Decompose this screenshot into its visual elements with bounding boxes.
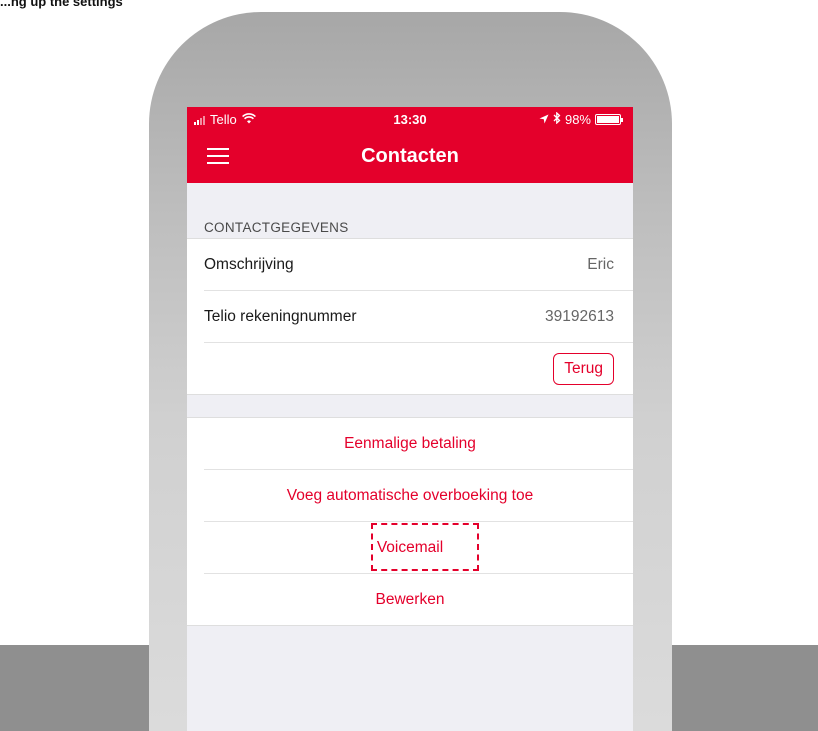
illustration: ...ng up the settings Tello 13:30 98% Co… (0, 0, 818, 731)
detail-label: Telio rekeningnummer (204, 307, 357, 325)
action-eenmalige-betaling[interactable]: Eenmalige betaling (204, 418, 633, 470)
app-header: Tello 13:30 98% Contacten (187, 107, 633, 183)
page-title: Contacten (361, 145, 459, 167)
status-bar: Tello 13:30 98% (187, 107, 633, 131)
detail-row-omschrijving: Omschrijving Eric (204, 239, 633, 291)
action-automatische-overboeking[interactable]: Voeg automatische overboeking toe (204, 470, 633, 522)
detail-row-rekeningnummer: Telio rekeningnummer 39192613 (204, 291, 633, 343)
action-bewerken[interactable]: Bewerken (204, 574, 633, 626)
section-label-contactgegevens: CONTACTGEGEVENS (204, 220, 349, 235)
bluetooth-icon (553, 111, 561, 127)
caption-text: ...ng up the settings (0, 0, 123, 9)
status-right: 98% (539, 111, 623, 127)
detail-value: Eric (587, 255, 614, 273)
nav-bar: Contacten (187, 131, 633, 183)
actions-group: Eenmalige betaling Voeg automatische ove… (187, 417, 633, 626)
action-voicemail[interactable]: Voicemail (204, 522, 633, 574)
battery-icon (595, 114, 623, 125)
phone-screen: Tello 13:30 98% Contacten CONTACTGEGEVEN… (187, 107, 633, 731)
action-voicemail-label: Voicemail (376, 538, 444, 556)
battery-percentage: 98% (564, 112, 591, 127)
location-arrow-icon (539, 112, 549, 127)
detail-label: Omschrijving (204, 255, 294, 273)
contact-details-group: Omschrijving Eric Telio rekeningnummer 3… (187, 238, 633, 395)
back-button[interactable]: Terug (553, 353, 614, 385)
detail-value: 39192613 (545, 307, 614, 325)
